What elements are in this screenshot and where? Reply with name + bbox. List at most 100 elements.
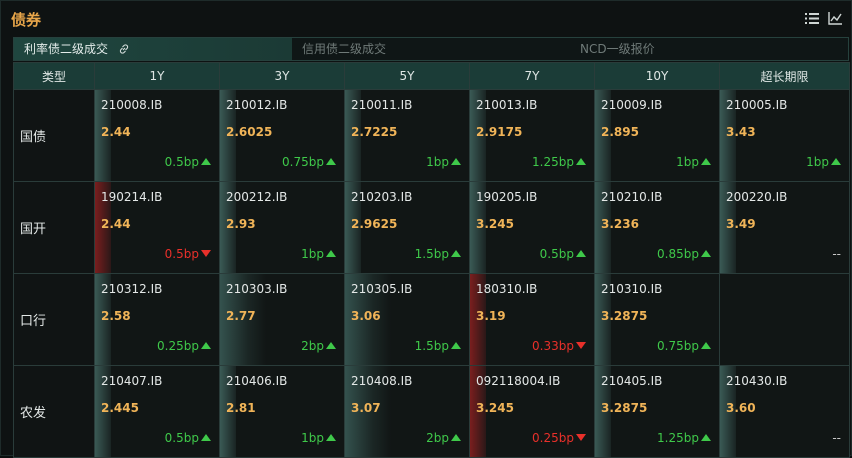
bond-code[interactable]: 210303.IB <box>226 282 287 296</box>
triangle-up-icon <box>451 250 461 257</box>
bond-code[interactable]: 210406.IB <box>226 374 287 388</box>
triangle-up-icon <box>451 434 461 441</box>
bond-yield: 2.7225 <box>351 125 398 139</box>
bond-yield: 2.44 <box>101 125 131 139</box>
change-value: 1bp <box>301 247 324 261</box>
bond-yield: 3.07 <box>351 401 381 415</box>
bond-code[interactable]: 210012.IB <box>226 98 287 112</box>
column-header: 10Y <box>594 62 720 90</box>
line-chart-icon[interactable] <box>828 12 844 26</box>
triangle-up-icon <box>451 342 461 349</box>
tab-ncd-primary-quote[interactable]: NCD一级报价 <box>570 38 848 60</box>
bond-code[interactable]: 210009.IB <box>601 98 662 112</box>
triangle-up-icon <box>201 434 211 441</box>
tab-bar: 利率债二级成交 信用债二级成交 NCD一级报价 <box>13 37 849 61</box>
bond-cell[interactable]: 210305.IB 3.06 1.5bp <box>344 273 470 366</box>
yield-change: 1bp <box>301 247 336 261</box>
yield-change: 2bp <box>301 339 336 353</box>
bond-cell[interactable]: 210203.IB 2.9625 1.5bp <box>344 181 470 274</box>
bond-cell[interactable]: 210405.IB 3.2875 1.25bp <box>594 365 720 458</box>
bond-code[interactable]: 190205.IB <box>476 190 537 204</box>
tab-rate-bond-secondary[interactable]: 利率债二级成交 <box>14 38 292 60</box>
triangle-up-icon <box>201 158 211 165</box>
bond-code[interactable]: 210407.IB <box>101 374 162 388</box>
bond-code[interactable]: 210408.IB <box>351 374 412 388</box>
table-row: 口行 210312.IB 2.58 0.25bp 210303.IB 2.77 2bp 210… <box>13 273 850 366</box>
bond-cell[interactable]: 210408.IB 3.07 2bp <box>344 365 470 458</box>
triangle-up-icon <box>326 434 336 441</box>
bond-cell[interactable]: 190214.IB 2.44 0.5bp <box>94 181 220 274</box>
bond-code[interactable]: 092118004.IB <box>476 374 560 388</box>
bond-code[interactable]: 210405.IB <box>601 374 662 388</box>
triangle-up-icon <box>701 342 711 349</box>
change-value: 1bp <box>676 155 699 169</box>
bond-code[interactable]: 210430.IB <box>726 374 787 388</box>
bond-code[interactable]: 200220.IB <box>726 190 787 204</box>
bond-code[interactable]: 210008.IB <box>101 98 162 112</box>
table-row: 国开 190214.IB 2.44 0.5bp 200212.IB 2.93 1bp 2102… <box>13 181 850 274</box>
bond-yield: 3.245 <box>476 217 514 231</box>
bond-code[interactable]: 210011.IB <box>351 98 412 112</box>
bond-cell[interactable]: 210008.IB 2.44 0.5bp <box>94 89 220 182</box>
bond-code[interactable]: 210312.IB <box>101 282 162 296</box>
bond-cell[interactable]: 210013.IB 2.9175 1.25bp <box>469 89 595 182</box>
yield-change: 1bp <box>806 155 841 169</box>
panel-header: 债券 <box>1 1 851 35</box>
bond-cell[interactable]: 210011.IB 2.7225 1bp <box>344 89 470 182</box>
yield-change: 0.5bp <box>165 155 211 169</box>
triangle-up-icon <box>701 158 711 165</box>
bond-cell[interactable]: 210012.IB 2.6025 0.75bp <box>219 89 345 182</box>
bond-cell[interactable]: 210430.IB 3.60 -- <box>719 365 850 458</box>
change-value: 0.75bp <box>282 155 324 169</box>
bond-cell[interactable]: 210005.IB 3.43 1bp <box>719 89 850 182</box>
bond-cell[interactable]: 200212.IB 2.93 1bp <box>219 181 345 274</box>
yield-change: 1.25bp <box>657 431 711 445</box>
yield-change: 1.5bp <box>415 247 461 261</box>
bond-code[interactable]: 210203.IB <box>351 190 412 204</box>
bond-cell[interactable]: 210406.IB 2.81 1bp <box>219 365 345 458</box>
bond-yield: 2.895 <box>601 125 639 139</box>
yield-change: 1bp <box>426 155 461 169</box>
triangle-up-icon <box>576 158 586 165</box>
bond-cell[interactable]: 200220.IB 3.49 -- <box>719 181 850 274</box>
triangle-up-icon <box>831 158 841 165</box>
link-icon[interactable] <box>118 40 130 62</box>
bond-yield: 2.81 <box>226 401 256 415</box>
bond-yield: 3.60 <box>726 401 756 415</box>
bond-yield: 2.9175 <box>476 125 523 139</box>
list-icon[interactable] <box>805 12 821 26</box>
bond-code[interactable]: 210305.IB <box>351 282 412 296</box>
change-value: 0.25bp <box>157 339 199 353</box>
bond-cell[interactable]: 190205.IB 3.245 0.5bp <box>469 181 595 274</box>
bond-code[interactable]: 210310.IB <box>601 282 662 296</box>
bond-code[interactable]: 210210.IB <box>601 190 662 204</box>
bond-cell[interactable]: 210407.IB 2.445 0.5bp <box>94 365 220 458</box>
yield-change: 1.25bp <box>532 155 586 169</box>
bond-cell[interactable]: 210303.IB 2.77 2bp <box>219 273 345 366</box>
tab-credit-bond-secondary[interactable]: 信用债二级成交 <box>292 38 570 60</box>
bond-cell[interactable]: 210009.IB 2.895 1bp <box>594 89 720 182</box>
bond-code[interactable]: 180310.IB <box>476 282 537 296</box>
bond-yield: 2.77 <box>226 309 256 323</box>
triangle-up-icon <box>701 434 711 441</box>
change-value: 0.85bp <box>657 247 699 261</box>
bond-yield: 2.93 <box>226 217 256 231</box>
bond-code[interactable]: 210013.IB <box>476 98 537 112</box>
yield-change: 1bp <box>301 431 336 445</box>
change-value: 0.5bp <box>164 155 199 169</box>
row-type-label: 国债 <box>13 89 95 182</box>
bond-code[interactable]: 210005.IB <box>726 98 787 112</box>
tab-label: 利率债二级成交 <box>24 42 109 56</box>
yield-change: 0.75bp <box>657 339 711 353</box>
bond-cell[interactable]: 210310.IB 3.2875 0.75bp <box>594 273 720 366</box>
row-type-label: 国开 <box>13 181 95 274</box>
bond-cell[interactable]: 092118004.IB 3.245 0.25bp <box>469 365 595 458</box>
bond-cell[interactable]: 180310.IB 3.19 0.33bp <box>469 273 595 366</box>
column-header: 1Y <box>94 62 220 90</box>
yield-change: 0.25bp <box>532 431 586 445</box>
bond-cell[interactable]: 210312.IB 2.58 0.25bp <box>94 273 220 366</box>
bond-code[interactable]: 200212.IB <box>226 190 287 204</box>
yield-change: 1bp <box>676 155 711 169</box>
bond-cell[interactable]: 210210.IB 3.236 0.85bp <box>594 181 720 274</box>
bond-code[interactable]: 190214.IB <box>101 190 162 204</box>
